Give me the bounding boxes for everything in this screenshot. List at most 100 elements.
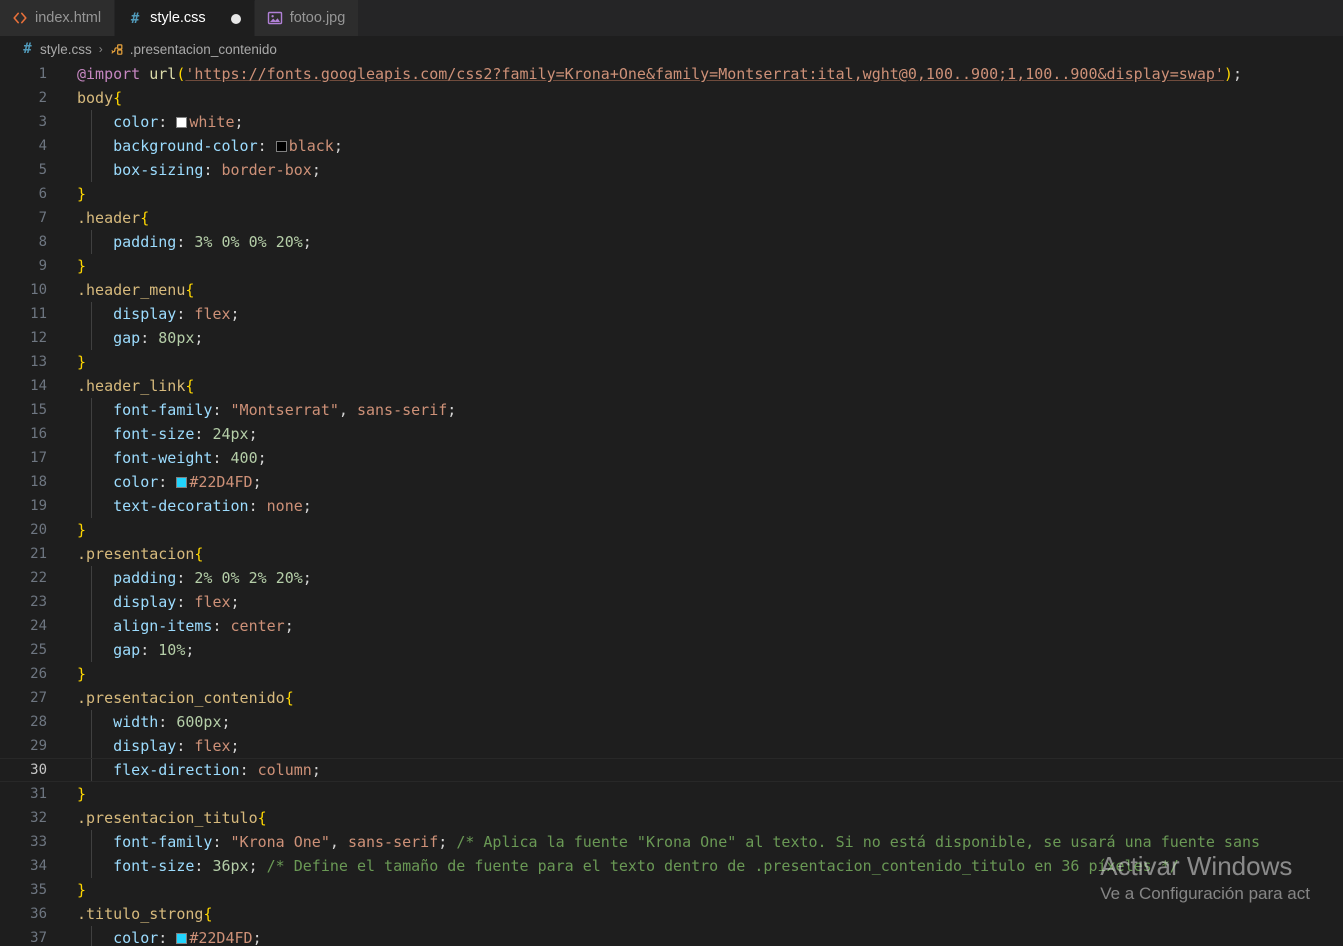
line-content[interactable]: } [47, 878, 86, 902]
line-content[interactable]: display: flex; [47, 590, 239, 614]
code-line[interactable]: 32 .presentacion_titulo{ [0, 806, 1343, 830]
line-content[interactable]: font-weight: 400; [47, 446, 267, 470]
code-line[interactable]: 9} [0, 254, 1343, 278]
line-content[interactable]: .presentacion_contenido{ [47, 686, 294, 710]
code-line[interactable]: 18 color: #22D4FD; [0, 470, 1343, 494]
code-line[interactable]: 4 background-color: black; [0, 134, 1343, 158]
code-line[interactable]: 25 gap: 10%; [0, 638, 1343, 662]
code-line[interactable]: 15 font-family: "Montserrat", sans-serif… [0, 398, 1343, 422]
indent-guide [91, 110, 92, 134]
tab-index-html[interactable]: index.html [0, 0, 116, 36]
indent-guide [91, 926, 92, 946]
code-line[interactable]: 7 .header{ [0, 206, 1343, 230]
code-line[interactable]: 10 .header_menu{ [0, 278, 1343, 302]
image-file-icon [267, 10, 283, 26]
code-line[interactable]: 5 box-sizing: border-box; [0, 158, 1343, 182]
tab-fotoo-jpg[interactable]: fotoo.jpg [254, 0, 360, 36]
code-line[interactable]: 21 .presentacion{ [0, 542, 1343, 566]
code-editor[interactable]: 1 @import url('https://fonts.googleapis.c… [0, 62, 1343, 946]
line-number: 16 [30, 426, 47, 442]
line-number: 21 [30, 546, 47, 562]
line-content[interactable]: body{ [47, 86, 122, 110]
code-line[interactable]: 6} [0, 182, 1343, 206]
line-content[interactable]: } [47, 518, 86, 542]
breadcrumb-symbol[interactable]: .presentacion_contenido [110, 42, 277, 57]
line-content[interactable]: .header{ [47, 206, 149, 230]
code-line[interactable]: 1 @import url('https://fonts.googleapis.c… [0, 62, 1343, 86]
code-line[interactable]: 16 font-size: 24px; [0, 422, 1343, 446]
tab-style-css[interactable]: # style.css [115, 0, 255, 36]
code-line[interactable]: 14 .header_link{ [0, 374, 1343, 398]
line-number: 31 [30, 786, 47, 802]
line-content[interactable]: align-items: center; [47, 614, 294, 638]
code-line[interactable]: 33 font-family: "Krona One", sans-serif;… [0, 830, 1343, 854]
code-line[interactable]: 37 color: #22D4FD; [0, 926, 1343, 946]
code-line[interactable]: 13} [0, 350, 1343, 374]
line-number: 2 [38, 90, 47, 106]
indent-guide [91, 734, 92, 758]
code-line[interactable]: 23 display: flex; [0, 590, 1343, 614]
line-content[interactable]: text-decoration: none; [47, 494, 312, 518]
code-line[interactable]: 35} [0, 878, 1343, 902]
line-content[interactable]: .titulo_strong{ [47, 902, 212, 926]
line-content[interactable]: font-size: 24px; [47, 422, 258, 446]
line-number: 9 [38, 258, 47, 274]
color-swatch[interactable] [176, 477, 188, 488]
code-line[interactable]: 20} [0, 518, 1343, 542]
tab-dirty-indicator[interactable] [230, 13, 241, 24]
code-line[interactable]: 8 padding: 3% 0% 0% 20%; [0, 230, 1343, 254]
breadcrumb-file[interactable]: # style.css [20, 41, 91, 57]
color-swatch[interactable] [176, 933, 188, 944]
breadcrumb-symbol-label: .presentacion_contenido [129, 41, 277, 57]
code-line[interactable]: 30 flex-direction: column; [0, 758, 1343, 782]
code-line[interactable]: 3 color: white; [0, 110, 1343, 134]
line-content[interactable]: padding: 2% 0% 2% 20%; [47, 566, 312, 590]
line-content[interactable]: padding: 3% 0% 0% 20%; [47, 230, 312, 254]
line-content[interactable]: display: flex; [47, 734, 239, 758]
code-line[interactable]: 22 padding: 2% 0% 2% 20%; [0, 566, 1343, 590]
code-line[interactable]: 27 .presentacion_contenido{ [0, 686, 1343, 710]
line-content[interactable]: box-sizing: border-box; [47, 158, 321, 182]
line-content[interactable]: .header_link{ [47, 374, 194, 398]
line-content[interactable]: gap: 10%; [47, 638, 194, 662]
code-line[interactable]: 26} [0, 662, 1343, 686]
code-lines-container[interactable]: 1 @import url('https://fonts.googleapis.c… [0, 62, 1343, 946]
css-file-icon: # [130, 10, 140, 27]
code-line[interactable]: 36 .titulo_strong{ [0, 902, 1343, 926]
line-number: 7 [38, 210, 47, 226]
line-content[interactable]: width: 600px; [47, 710, 230, 734]
line-content[interactable]: display: flex; [47, 302, 239, 326]
code-line[interactable]: 19 text-decoration: none; [0, 494, 1343, 518]
line-content[interactable]: } [47, 350, 86, 374]
line-content[interactable]: @import url('https://fonts.googleapis.co… [47, 62, 1242, 86]
line-content[interactable]: font-family: "Krona One", sans-serif; /*… [47, 830, 1260, 854]
line-content[interactable]: color: #22D4FD; [47, 926, 261, 946]
code-line[interactable]: 29 display: flex; [0, 734, 1343, 758]
line-number: 1 [38, 66, 47, 82]
line-content[interactable]: .presentacion_titulo{ [47, 806, 267, 830]
color-swatch[interactable] [275, 141, 287, 152]
line-content[interactable]: color: #22D4FD; [47, 470, 261, 494]
color-swatch[interactable] [176, 117, 188, 128]
css-file-icon: # [23, 41, 32, 57]
line-content[interactable]: font-family: "Montserrat", sans-serif; [47, 398, 456, 422]
line-content[interactable]: flex-direction: column; [47, 759, 321, 781]
line-content[interactable]: .presentacion{ [47, 542, 203, 566]
line-content[interactable]: .header_menu{ [47, 278, 194, 302]
code-line[interactable]: 28 width: 600px; [0, 710, 1343, 734]
code-line[interactable]: 24 align-items: center; [0, 614, 1343, 638]
code-line[interactable]: 17 font-weight: 400; [0, 446, 1343, 470]
line-content[interactable]: } [47, 182, 86, 206]
line-content[interactable]: } [47, 782, 86, 806]
line-content[interactable]: font-size: 36px; /* Define el tamaño de … [47, 854, 1179, 878]
line-number: 12 [30, 330, 47, 346]
line-content[interactable]: gap: 80px; [47, 326, 203, 350]
code-line[interactable]: 2 body{ [0, 86, 1343, 110]
line-content[interactable]: } [47, 662, 86, 686]
line-content[interactable]: } [47, 254, 86, 278]
code-line[interactable]: 12 gap: 80px; [0, 326, 1343, 350]
line-content[interactable]: color: white; [47, 110, 243, 134]
code-line[interactable]: 11 display: flex; [0, 302, 1343, 326]
code-line[interactable]: 34 font-size: 36px; /* Define el tamaño … [0, 854, 1343, 878]
code-line[interactable]: 31} [0, 782, 1343, 806]
